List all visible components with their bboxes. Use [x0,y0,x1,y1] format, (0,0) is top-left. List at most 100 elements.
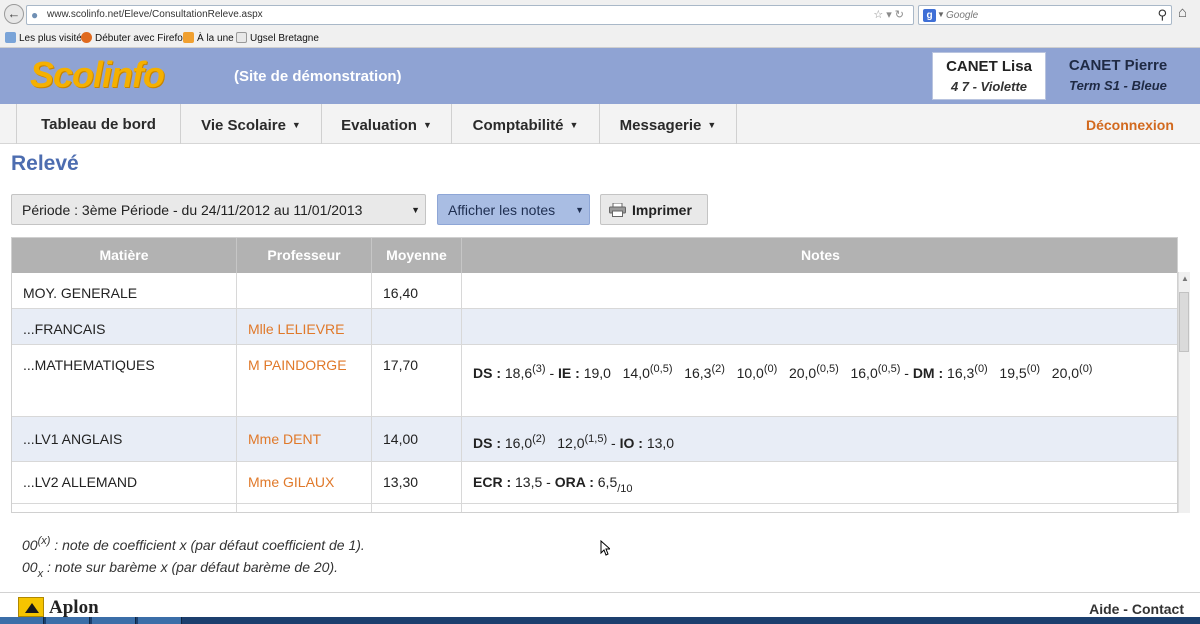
table-row[interactable]: MOY. GENERALE 16,40 [12,273,1177,309]
student-tab-other[interactable]: CANET Pierre Term S1 - Bleue [1056,52,1180,100]
student-class: 4 7 - Violette [950,79,1028,94]
table-row[interactable]: ...FRANCAIS Mlle LELIEVRE [12,309,1177,345]
bookmark-star-icon[interactable]: ☆▾↻ [873,8,907,21]
print-button[interactable]: Imprimer [600,194,708,225]
home-icon[interactable]: ⌂ [1178,4,1187,21]
grade-value[interactable]: 16,3(2) [684,363,725,381]
site-logo[interactable]: Scolinfo [30,54,165,96]
help-link[interactable]: Aide [1089,601,1119,617]
grade-value[interactable]: 16,0(0,5) [850,363,900,381]
search-icon[interactable]: ⚲ [1157,7,1167,23]
google-icon: g [923,9,936,22]
taskbar-item[interactable] [0,617,44,624]
address-bar[interactable]: ● www.scolinfo.net/Eleve/ConsultationRel… [26,5,914,25]
footer-separator: - [1119,601,1132,617]
page-icon [236,32,247,43]
grade-value[interactable]: 10,0(0) [737,363,778,381]
column-header-teacher[interactable]: Professeur [237,238,372,273]
grade-value[interactable]: 13,0 [647,435,674,451]
student-tab-active[interactable]: CANET Lisa 4 7 - Violette [932,52,1046,100]
search-box[interactable]: g ▼ Google ⚲ [918,5,1172,25]
contact-link[interactable]: Contact [1132,601,1184,617]
grade-value[interactable]: 16,0(2) [505,433,546,451]
average-cell [372,309,462,344]
footer-links: Aide - Contact [1089,601,1184,617]
grade-value[interactable]: 20,0(0,5) [789,363,839,381]
taskbar-item[interactable] [138,617,182,624]
aplon-logo[interactable]: Aplon [18,597,138,618]
chevron-down-icon: ▼ [707,120,717,130]
table-row[interactable] [12,504,1177,512]
grade-value[interactable]: 20,0(0) [1052,363,1093,381]
table-row[interactable]: ...LV2 ALLEMAND Mme GILAUX 13,30 ECR : 1… [12,462,1177,504]
subject-cell: ...FRANCAIS [12,309,237,344]
chevron-down-icon[interactable]: ▼ [937,10,945,19]
bookmark-ugsel[interactable]: Ugsel Bretagne [236,32,319,44]
grades-table: Matière Professeur Moyenne Notes MOY. GE… [11,237,1178,513]
grade-value[interactable]: 14,0(0,5) [623,363,673,381]
nav-school-life[interactable]: Vie Scolaire ▼ [180,104,321,144]
scrollbar-thumb[interactable] [1179,292,1189,352]
logout-link[interactable]: Déconnexion [1086,117,1174,133]
grade-type-label: DS : [473,435,501,451]
nav-evaluation[interactable]: Evaluation ▼ [321,104,451,144]
grade-value[interactable]: 18,6(3) [505,363,546,381]
grade-value[interactable]: 13,5 [515,474,542,490]
nav-dashboard[interactable]: Tableau de bord [16,104,180,144]
student-name: CANET Lisa [946,58,1032,75]
subject-cell: ...LV2 ALLEMAND [12,462,237,503]
main-nav: Tableau de bord Vie Scolaire ▼ Evaluation… [0,104,1200,144]
nav-accounting[interactable]: Comptabilité ▼ [451,104,599,144]
grade-value[interactable]: 19,0 [584,365,611,381]
average-cell [372,504,462,512]
bookmark-icon [5,32,16,43]
grade-value[interactable]: 16,3(0) [947,363,988,381]
column-header-subject[interactable]: Matière [12,238,237,273]
notes-cell: ECR : 13,5 - ORA : 6,5/10 [462,462,1177,503]
notes-cell [462,309,1177,344]
chevron-down-icon: ▼ [575,205,584,215]
column-header-average[interactable]: Moyenne [372,238,462,273]
printer-icon [609,203,626,217]
bookmark-getting-started[interactable]: Débuter avec Firefox [81,32,188,44]
grade-type-label: ORA : [554,474,594,490]
student-class: Term S1 - Bleue [1069,78,1167,93]
table-row[interactable]: ...LV1 ANGLAIS Mme DENT 14,00 DS : 16,0(… [12,417,1177,462]
column-header-notes[interactable]: Notes [462,238,1177,273]
bookmark-headlines[interactable]: À la une [183,32,234,44]
grade-value[interactable]: 19,5(0) [999,363,1040,381]
teacher-cell: Mme GILAUX [237,462,372,503]
back-button[interactable]: ← [4,4,24,24]
grade-type-label: DS : [473,365,501,381]
page-title: Relevé [11,152,79,175]
average-cell: 14,00 [372,417,462,461]
show-notes-label: Afficher les notes [448,202,556,218]
subject-cell: MOY. GENERALE [12,273,237,308]
show-notes-button[interactable]: Afficher les notes ▼ [437,194,590,225]
firefox-icon [81,32,92,43]
subject-cell [12,504,237,512]
grade-value[interactable]: 12,0(1,5) [557,433,607,451]
grade-value[interactable]: 6,5/10 [598,474,633,495]
legend-scale: 00x : note sur barème x (par défaut barè… [22,559,339,580]
aplon-mark-icon [18,597,44,617]
taskbar-item[interactable] [46,617,90,624]
notes-cell: DS : 16,0(2) 12,0(1,5) - IO : 13,0 [462,417,1177,461]
period-select[interactable]: Période : 3ème Période - du 24/11/2012 a… [11,194,426,225]
taskbar-item[interactable] [92,617,136,624]
mouse-cursor-icon [600,540,610,556]
nav-messaging[interactable]: Messagerie ▼ [599,104,737,144]
grades-list: ECR : 13,5 - ORA : 6,5/10 [473,474,633,495]
notes-cell: DS : 18,6(3) - IE : 19,0 14,0(0,5) 16,3(… [462,345,1177,416]
demo-label: (Site de démonstration) [234,68,402,85]
scroll-up-icon[interactable]: ▲ [1181,274,1189,283]
grade-type-label: ECR : [473,474,512,490]
chevron-down-icon: ▼ [569,120,579,130]
os-taskbar [0,617,1200,624]
grades-list: DS : 18,6(3) - IE : 19,0 14,0(0,5) 16,3(… [473,363,1093,381]
aplon-brand: Aplon [49,597,99,618]
search-input[interactable]: Google [946,10,978,21]
table-row[interactable]: ...MATHEMATIQUES M PAINDORGE 17,70 DS : … [12,345,1177,417]
bookmark-most-visited[interactable]: Les plus visités [5,32,87,44]
teacher-cell: Mme DENT [237,417,372,461]
